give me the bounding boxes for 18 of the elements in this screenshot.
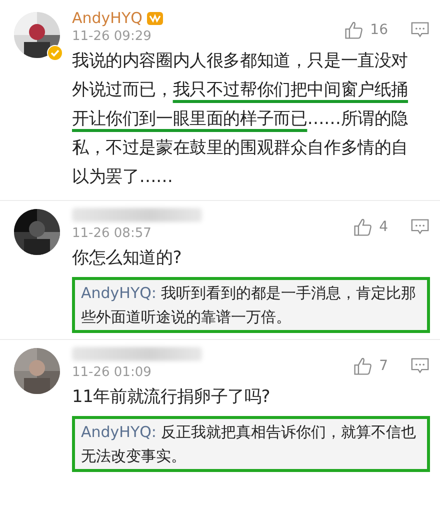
comment-text: 你怎么知道的? bbox=[72, 247, 183, 270]
like-count: 16 bbox=[370, 22, 388, 38]
like-count: 4 bbox=[379, 219, 388, 235]
comment-icon[interactable] bbox=[410, 357, 430, 375]
reply-text: AndyHYQ: 反正我就把真相告诉你们，就算不信也无法改变事实。 bbox=[81, 422, 418, 467]
thumbs-up-icon[interactable] bbox=[353, 217, 374, 237]
comment-icon[interactable] bbox=[410, 218, 430, 236]
like-count: 7 bbox=[379, 358, 388, 374]
thumbs-up-icon[interactable] bbox=[353, 356, 374, 376]
comment-time: 11-26 09:29 bbox=[72, 29, 152, 44]
username[interactable]: AndyHYQ bbox=[72, 9, 142, 27]
comment-text: 我说的内容圈内人很多都知道，只是一直没对外说过而已，我只不过帮你们把中间窗户纸捅开让你们到一眼里面的样子而已……所谓的隐私，不过是蒙在鼓里的围观群众自作多情的自以为罢了…… bbox=[72, 50, 410, 189]
comment-icon[interactable] bbox=[410, 21, 430, 39]
thumbs-up-icon[interactable] bbox=[344, 20, 364, 40]
comment-text: 11年前就流行捐卵子了吗? bbox=[72, 386, 272, 409]
comment-time: 11-26 01:09 bbox=[72, 365, 152, 380]
reply-text: AndyHYQ: 我听到看到的都是一手消息，肯定比那些外面道听途说的靠谱一万倍。 bbox=[81, 283, 418, 328]
comment-time: 11-26 08:57 bbox=[72, 226, 152, 241]
